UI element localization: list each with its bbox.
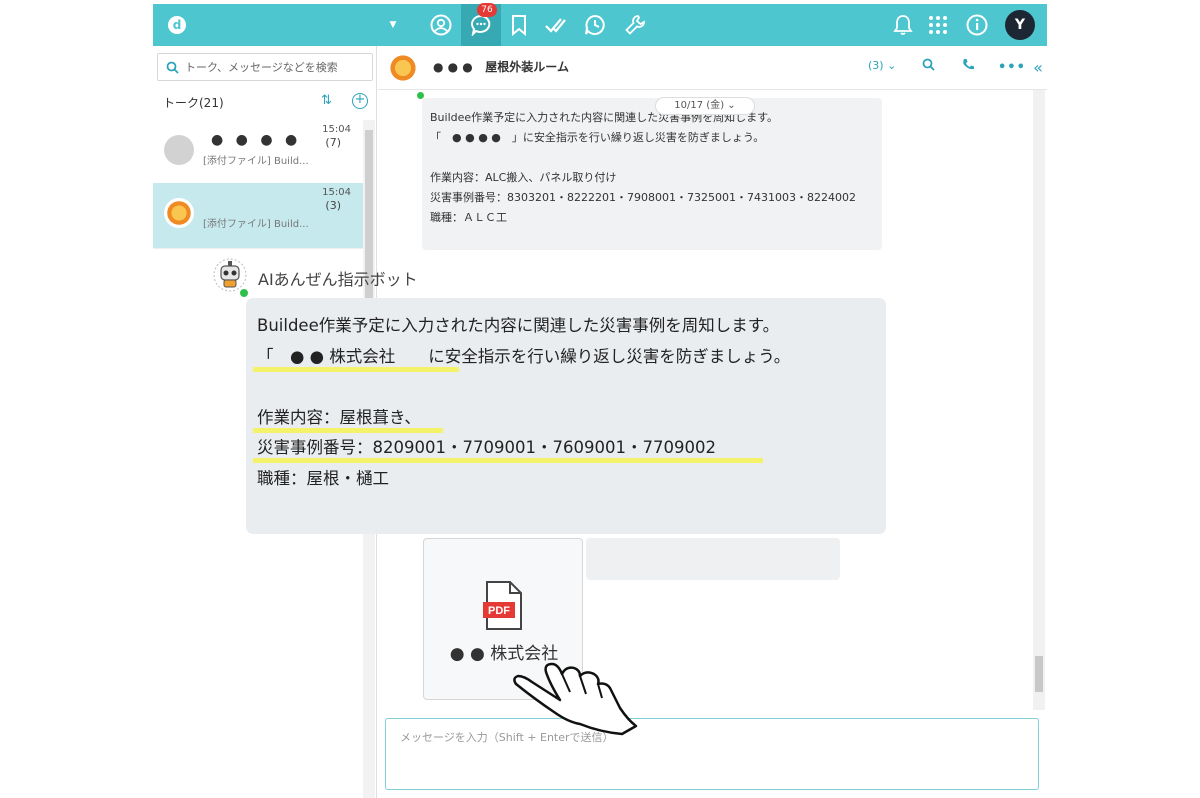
message-input[interactable] — [386, 719, 1038, 789]
yellow-highlight — [253, 366, 459, 372]
info-icon[interactable] — [964, 4, 990, 46]
more-options-icon[interactable]: ••• — [998, 58, 1025, 78]
message-line — [257, 372, 875, 403]
message-line — [430, 148, 874, 168]
talk-time: 15:04 — [322, 124, 351, 135]
message-line: 災害事例番号：8209001・7709001・7609001・7709002 — [253, 433, 875, 464]
message-line: 「 ● ● 株式会社 に安全指示を行い繰り返し災害を防ぎましょう。 — [253, 342, 875, 373]
sender-name: AIあんぜん指示ボット — [258, 270, 418, 289]
pointing-hand-icon — [510, 650, 642, 740]
notification-badge: 76 — [477, 3, 497, 17]
yellow-highlight — [253, 458, 763, 463]
message-line: 災害事例番号：8303201・8222201・7908001・7325001・7… — [430, 191, 856, 204]
talk-count-label: トーク(21) — [163, 96, 224, 110]
message-line: 作業内容：屋根葺き、 — [253, 403, 875, 434]
phone-icon[interactable] — [958, 58, 978, 78]
bell-icon[interactable] — [890, 4, 916, 46]
message-line: 職種：ＡＬＣ工 — [430, 211, 507, 224]
avatar — [164, 135, 194, 165]
talk-member-count: (3) — [325, 199, 341, 212]
search-icon — [166, 61, 179, 74]
yellow-highlight — [253, 427, 443, 433]
message-composer[interactable] — [385, 718, 1039, 790]
search-input[interactable] — [185, 60, 365, 74]
date-separator[interactable]: 10/17 (金) ⌄ — [655, 97, 755, 115]
app-logo-icon[interactable]: d — [165, 4, 189, 46]
top-navigation-bar: d ▼ Y — [153, 4, 1047, 46]
member-count-dropdown[interactable]: (3) ⌄ — [868, 59, 896, 72]
bookmark-icon[interactable] — [505, 4, 533, 46]
message-line: 作業内容：ALC搬入、パネル取り付け — [430, 171, 617, 184]
pdf-file-icon: PDF — [483, 581, 523, 635]
avatar — [164, 198, 194, 228]
chat-scrollbar[interactable] — [1033, 90, 1045, 710]
user-profile-icon[interactable] — [427, 4, 455, 46]
message-bubble-placeholder — [586, 538, 840, 580]
zoomed-message-bubble: Buildee作業予定に入力された内容に関連した災害事例を周知します。 「 ● … — [246, 298, 886, 534]
message-bubble: Buildee作業予定に入力された内容に関連した災害事例を周知します。 「 ● … — [422, 98, 882, 250]
double-check-icon[interactable] — [541, 4, 569, 46]
room-avatar[interactable] — [387, 52, 419, 84]
scrollbar-thumb[interactable] — [1035, 656, 1043, 692]
talk-list-item[interactable]: ● ● ● ● 15:04 (7) [添付ファイル] Build... — [153, 120, 363, 186]
user-avatar[interactable]: Y — [1003, 4, 1037, 46]
online-status-dot — [239, 288, 249, 298]
wrench-icon[interactable] — [621, 4, 649, 46]
online-status-dot — [417, 92, 424, 99]
chevron-down-icon: ⌄ — [887, 59, 897, 72]
message-line: 職種：屋根・樋工 — [257, 468, 389, 488]
chevron-down-icon[interactable]: ▼ — [385, 4, 401, 46]
sort-arrows-icon[interactable]: ⇅ — [321, 93, 337, 109]
search-icon[interactable] — [918, 58, 938, 78]
room-title: ● ● ● 屋根外装ルーム — [433, 60, 569, 74]
svg-text:PDF: PDF — [488, 605, 510, 617]
search-box — [157, 53, 373, 81]
add-talk-icon[interactable]: + — [352, 93, 368, 109]
message-line: Buildee作業予定に入力された内容に関連した災害事例を周知します。 — [430, 111, 779, 124]
schedule-clock-icon[interactable] — [581, 4, 609, 46]
talk-time: 15:04 — [322, 187, 351, 198]
message-line: 「 ● ● ● ● 」に安全指示を行い繰り返し災害を防ぎましょう。 — [430, 131, 765, 144]
talk-member-count: (7) — [325, 136, 341, 149]
message-line: Buildee作業予定に入力された内容に関連した災害事例を周知します。 — [257, 316, 780, 335]
chevron-down-icon: ⌄ — [727, 100, 736, 111]
collapse-panel-icon[interactable]: « — [1028, 58, 1047, 78]
talk-list-item-selected[interactable]: 15:04 (3) [添付ファイル] Build... — [153, 183, 363, 249]
app-grid-icon[interactable] — [925, 4, 951, 46]
talk-preview: [添付ファイル] Build... — [203, 156, 309, 167]
talk-name: ● ● ● ● — [211, 132, 302, 148]
talk-preview: [添付ファイル] Build... — [203, 219, 309, 230]
chat-header: ● ● ● 屋根外装ルーム (3) ⌄ ••• « — [378, 46, 1047, 90]
